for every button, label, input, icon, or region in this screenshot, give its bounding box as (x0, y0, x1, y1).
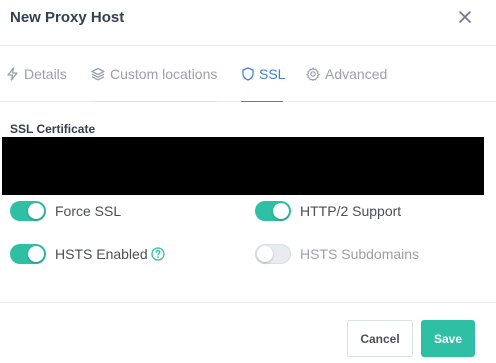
tab-advanced[interactable]: Advanced (306, 64, 387, 84)
close-icon[interactable] (455, 7, 475, 27)
tab-ssl[interactable]: SSL (242, 64, 285, 84)
http2-support-toggle[interactable]: HTTP/2 Support (255, 201, 401, 221)
hsts-subdomains-switch[interactable] (255, 244, 291, 264)
new-proxy-host-modal: New Proxy Host Details Custom locations … (0, 0, 496, 363)
active-tab-underline (241, 101, 283, 102)
modal-tabs: Details Custom locations SSL Advanced (0, 46, 496, 102)
modal-footer-divider (0, 302, 496, 303)
tab-custom-locations-label: Custom locations (110, 66, 218, 82)
ssl-certificate-select[interactable] (2, 137, 484, 195)
tab-details[interactable]: Details (6, 64, 67, 84)
cancel-button[interactable]: Cancel (347, 320, 413, 357)
gear-icon (306, 67, 320, 81)
hsts-enabled-switch[interactable] (10, 244, 46, 264)
tab-hover-underline (91, 101, 217, 102)
force-ssl-label: Force SSL (55, 203, 122, 219)
http2-support-switch[interactable] (255, 201, 291, 221)
shield-icon (242, 67, 254, 81)
tab-advanced-label: Advanced (325, 66, 388, 82)
save-button[interactable]: Save (421, 320, 475, 357)
hsts-subdomains-label: HSTS Subdomains (300, 246, 420, 262)
ssl-certificate-label: SSL Certificate (10, 122, 96, 136)
force-ssl-toggle[interactable]: Force SSL (10, 201, 121, 221)
tab-custom-locations[interactable]: Custom locations (91, 64, 217, 84)
tab-ssl-label: SSL (259, 66, 286, 82)
hsts-subdomains-toggle[interactable]: HSTS Subdomains (255, 244, 419, 264)
http2-support-label: HTTP/2 Support (300, 203, 402, 219)
tab-details-label: Details (24, 66, 67, 82)
force-ssl-switch[interactable] (10, 201, 46, 221)
help-circle-icon[interactable] (150, 247, 165, 261)
bolt-icon (7, 67, 18, 81)
hsts-enabled-toggle[interactable]: HSTS Enabled (10, 244, 165, 264)
modal-header: New Proxy Host (0, 0, 496, 46)
modal-title: New Proxy Host (10, 9, 125, 26)
hsts-enabled-text: HSTS Enabled (55, 246, 148, 262)
hsts-enabled-label: HSTS Enabled (55, 246, 165, 262)
layers-icon (91, 67, 105, 81)
